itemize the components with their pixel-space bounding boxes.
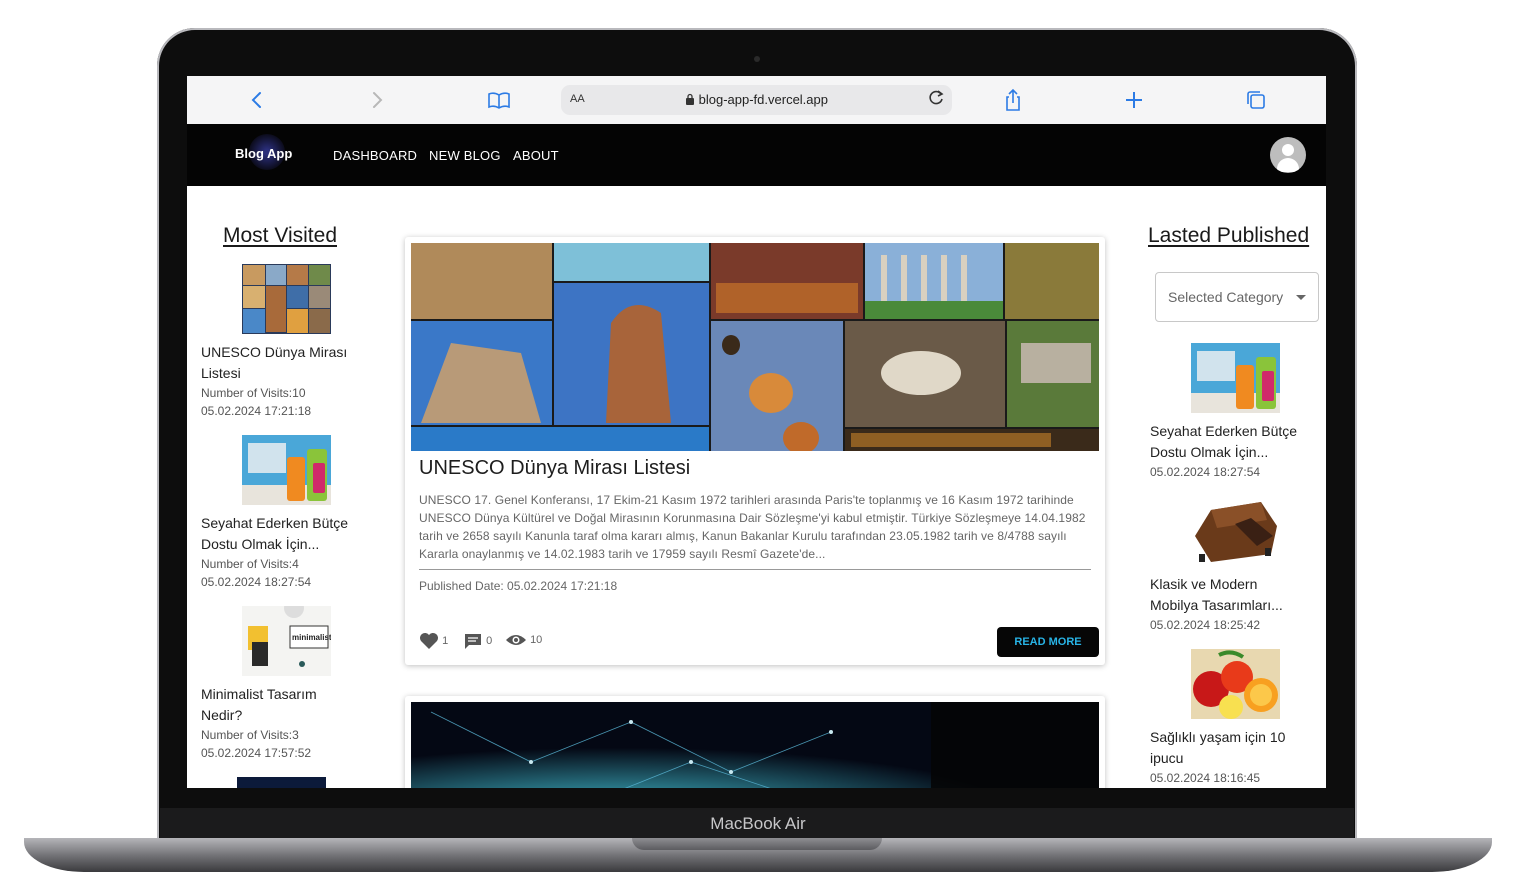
nav-about[interactable]: ABOUT bbox=[513, 148, 559, 163]
url-label: blog-app-fd.vercel.app bbox=[698, 92, 828, 107]
thumbnail-collage bbox=[241, 264, 331, 334]
app-navbar: Blog App DASHBOARD NEW BLOG ABOUT bbox=[187, 124, 1326, 186]
like-stat[interactable]: 1 bbox=[419, 632, 448, 650]
view-stat: 10 bbox=[505, 632, 542, 648]
reload-icon[interactable] bbox=[926, 88, 946, 114]
item-title-line2: Listesi bbox=[201, 365, 241, 381]
item-title-line2: ipucu bbox=[1150, 750, 1184, 766]
most-visited-item[interactable]: UNESCO Dünya Mirası Listesi Number of Vi… bbox=[201, 264, 371, 420]
view-count: 10 bbox=[530, 633, 543, 646]
item-visits: Number of Visits:10 bbox=[201, 386, 306, 400]
card-title[interactable]: UNESCO Dünya Mirası Listesi bbox=[419, 457, 690, 480]
item-date: 05.02.2024 18:27:54 bbox=[201, 575, 312, 589]
most-visited-title: Most Visited bbox=[223, 224, 337, 247]
card-description: UNESCO 17. Genel Konferansı, 17 Ekim-21 … bbox=[419, 493, 1086, 561]
screen: AA blog-app-fd.vercel.app Blog App DASHB… bbox=[187, 76, 1326, 788]
thumbnail-luggage bbox=[241, 435, 331, 505]
blog-card: UNESCO Dünya Mirası Listesi UNESCO 17. G… bbox=[405, 237, 1105, 665]
nav-dashboard[interactable]: DASHBOARD bbox=[333, 148, 417, 163]
nav-new-blog[interactable]: NEW BLOG bbox=[429, 148, 501, 163]
thumbnail-fruits bbox=[1190, 649, 1280, 719]
thumbnail-minimalist: minimalist bbox=[241, 606, 331, 676]
item-date: 05.02.2024 17:21:18 bbox=[201, 404, 312, 418]
card-image-network bbox=[411, 702, 1099, 788]
item-title-line1: Seyahat Ederken Bütçe bbox=[1150, 423, 1298, 439]
item-title-line2: Mobilya Tasarımları... bbox=[1150, 597, 1283, 613]
user-avatar[interactable] bbox=[1270, 137, 1306, 173]
browser-toolbar: AA blog-app-fd.vercel.app bbox=[187, 76, 1326, 125]
laptop-notch bbox=[632, 838, 882, 850]
share-icon[interactable] bbox=[999, 86, 1027, 114]
back-icon[interactable] bbox=[243, 86, 271, 114]
forward-icon[interactable] bbox=[363, 86, 391, 114]
item-title-line2: Nedir? bbox=[201, 707, 243, 723]
card-divider bbox=[419, 569, 1091, 570]
lock-icon bbox=[686, 93, 694, 105]
address-bar[interactable]: AA blog-app-fd.vercel.app bbox=[561, 85, 952, 115]
url-text: blog-app-fd.vercel.app bbox=[561, 92, 952, 107]
latest-item[interactable]: Klasik ve Modern Mobilya Tasarımları... … bbox=[1150, 496, 1320, 634]
category-select[interactable]: Selected Category bbox=[1155, 272, 1319, 322]
thumbnail-luggage bbox=[1190, 343, 1280, 413]
eye-icon bbox=[506, 635, 526, 645]
bookmarks-icon[interactable] bbox=[485, 86, 513, 114]
device-label: MacBook Air bbox=[710, 814, 806, 833]
category-select-value: Selected Category bbox=[1168, 289, 1284, 305]
latest-item[interactable]: Sağlıklı yaşam için 10 ipucu 05.02.2024 … bbox=[1150, 649, 1320, 787]
app-logo[interactable]: Blog App bbox=[235, 146, 292, 161]
comment-stat[interactable]: 0 bbox=[463, 632, 492, 650]
item-date: 05.02.2024 18:25:42 bbox=[1150, 618, 1261, 632]
item-visits: Number of Visits:3 bbox=[201, 728, 299, 742]
item-date: 05.02.2024 18:16:45 bbox=[1150, 771, 1261, 785]
read-more-button[interactable]: READ MORE bbox=[997, 627, 1099, 657]
item-title-line2: Dostu Olmak İçin... bbox=[1150, 444, 1269, 460]
item-title-line1: Seyahat Ederken Bütçe bbox=[201, 515, 349, 531]
tabs-icon[interactable] bbox=[1242, 86, 1270, 114]
camera-dot bbox=[754, 56, 760, 62]
item-title-line1: UNESCO Dünya Mirası bbox=[201, 344, 348, 360]
item-title-line2: Dostu Olmak İçin... bbox=[201, 536, 320, 552]
item-title-line1: Klasik ve Modern bbox=[1150, 576, 1258, 592]
item-date: 05.02.2024 17:57:52 bbox=[201, 746, 312, 760]
comment-count: 0 bbox=[486, 634, 493, 647]
item-title-line1: Minimalist Tasarım bbox=[201, 686, 317, 702]
like-count: 1 bbox=[442, 634, 449, 647]
item-visits: Number of Visits:4 bbox=[201, 557, 299, 571]
dropdown-caret-icon bbox=[1296, 295, 1306, 300]
card-published-date: Published Date: 05.02.2024 17:21:18 bbox=[419, 579, 618, 593]
blog-card bbox=[405, 696, 1105, 788]
comment-icon[interactable] bbox=[463, 632, 483, 650]
most-visited-item[interactable]: Seyahat Ederken Bütçe Dostu Olmak İçin..… bbox=[201, 435, 371, 591]
thumbnail-sofa bbox=[1190, 496, 1280, 566]
card-image-collage bbox=[411, 243, 1099, 451]
latest-item[interactable]: Seyahat Ederken Bütçe Dostu Olmak İçin..… bbox=[1150, 343, 1320, 481]
item-title-line1: Sağlıklı yaşam için 10 bbox=[1150, 729, 1286, 745]
heart-icon[interactable] bbox=[419, 632, 439, 650]
new-tab-icon[interactable] bbox=[1120, 86, 1148, 114]
latest-title: Lasted Published bbox=[1148, 224, 1310, 247]
most-visited-item[interactable]: minimalist Minimalist Tasarım Nedir? Num… bbox=[201, 606, 371, 762]
item-date: 05.02.2024 18:27:54 bbox=[1150, 465, 1261, 479]
svg-text:minimalist: minimalist bbox=[292, 633, 331, 642]
thumbnail-partial bbox=[237, 777, 326, 788]
